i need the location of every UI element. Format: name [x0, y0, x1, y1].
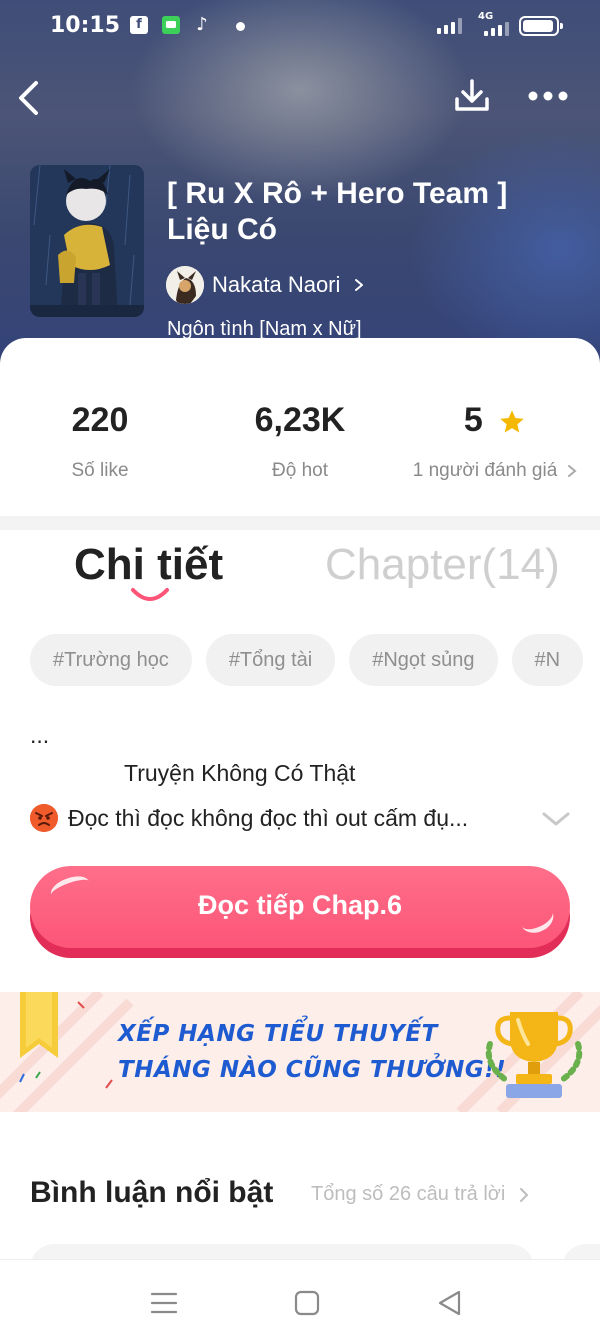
description-line-row: Đọc thì đọc không đọc thì out cấm đụ... [30, 800, 530, 836]
battery-icon [519, 16, 563, 36]
message-icon [162, 16, 180, 34]
rating-value: 5 [463, 401, 483, 439]
continue-reading-button[interactable]: Đọc tiếp Chap.6 [30, 866, 570, 958]
likes-count: 220 [71, 401, 129, 439]
star-icon [500, 410, 524, 433]
back-triangle-icon[interactable] [436, 1290, 464, 1316]
description-line: ... [30, 722, 50, 748]
notification-dot-icon [236, 22, 245, 31]
chevron-left-icon [19, 81, 38, 115]
tag-chip[interactable]: #N [511, 634, 584, 686]
bookmark-ribbon-icon [20, 992, 58, 1058]
story-cover-image[interactable] [30, 165, 144, 317]
more-horizontal-icon [528, 91, 568, 101]
banner-text: XẾP HẠNG TIỂU THUYẾT THÁNG NÀO CŨNG THƯỞ… [118, 1016, 506, 1088]
rating-value-row: 5 [390, 398, 600, 442]
section-title: Bình luận nổi bật [30, 1176, 274, 1209]
facebook-icon: f [130, 16, 148, 34]
story-header: 10:15 f ♪ 4G [Ru X Rô + Hero Team] Liệ… [0, 0, 600, 380]
cover-art [30, 165, 144, 317]
signal-icon-2 [484, 20, 509, 36]
ranking-promo-banner[interactable]: XẾP HẠNG TIỂU THUYẾT THÁNG NÀO CŨNG THƯỞ… [0, 992, 600, 1112]
system-navigation-bar [0, 1259, 600, 1343]
tiktok-icon: ♪ [196, 14, 208, 35]
banner-line: THÁNG NÀO CŨNG THƯỞNG!! [118, 1057, 507, 1083]
banner-line: XẾP HẠNG TIỂU THUYẾT [118, 1021, 438, 1047]
hot-count: 6,23K [254, 401, 346, 439]
expand-description-chevron-icon[interactable] [541, 808, 571, 830]
rating-label: 1 người đánh giá [412, 460, 558, 481]
status-bar: 10:15 f ♪ 4G [0, 0, 600, 52]
download-icon [455, 79, 489, 111]
chevron-right-icon [568, 465, 577, 477]
author-link[interactable]: Nakata Naori [166, 266, 366, 304]
active-tab-indicator [131, 588, 169, 601]
trophy-icon [485, 1012, 583, 1098]
author-avatar [166, 266, 204, 304]
story-description[interactable]: ... Truyện Không Có Thật Đọc thì đọc khô… [30, 722, 590, 836]
tag-chip[interactable]: #Ngọt sủng [349, 634, 498, 686]
signal-icon [437, 18, 462, 34]
hot-label: Độ hot [272, 460, 328, 481]
back-button[interactable] [12, 78, 48, 118]
chevron-right-icon [355, 279, 364, 291]
status-time: 10:15 [50, 13, 121, 38]
tag-chip[interactable]: #Tổng tài [205, 634, 336, 686]
tag-chip[interactable]: #Trường học [30, 634, 192, 686]
hot-stat: 6,23K Độ hot [200, 398, 400, 482]
angry-face-icon [30, 804, 58, 832]
featured-comments-header: Bình luận nổi bật Tổng số 26 câu trả lời [30, 1176, 575, 1218]
cta-label: Đọc tiếp Chap.6 [197, 890, 403, 920]
section-divider [0, 516, 600, 530]
tab-chapters[interactable]: Chapter(14) [325, 540, 560, 590]
stats-row: 220 Số like 6,23K Độ hot 5 1 người đánh … [0, 398, 600, 498]
all-comments-link[interactable]: Tổng số 26 câu trả lời [311, 1183, 529, 1206]
detail-tabs: Chi tiết Chapter(14) [0, 540, 600, 592]
likes-stat: 220 Số like [0, 398, 200, 482]
description-line: Truyện Không Có Thật [124, 760, 356, 786]
tag-list: #Trường học #Tổng tài #Ngọt sủng #N [30, 634, 600, 686]
chevron-right-icon [520, 1187, 529, 1202]
download-button[interactable] [453, 77, 491, 115]
likes-label: Số like [71, 460, 129, 481]
more-options-button[interactable] [526, 84, 570, 108]
rating-label-wrap: 1 người đánh giá [390, 460, 600, 482]
description-line: Đọc thì đọc không đọc thì out cấm đụ... [68, 804, 469, 831]
tab-detail[interactable]: Chi tiết [74, 540, 223, 590]
menu-icon[interactable] [150, 1290, 178, 1316]
home-square-icon[interactable] [293, 1290, 321, 1316]
story-title: [ Ru X Rô + Hero Team ] Liệu Có [167, 177, 508, 246]
rating-stat[interactable]: 5 1 người đánh giá [390, 398, 600, 482]
author-name: Nakata Naori [212, 272, 341, 297]
comments-total-label: Tổng số 26 câu trả lời [311, 1183, 506, 1205]
